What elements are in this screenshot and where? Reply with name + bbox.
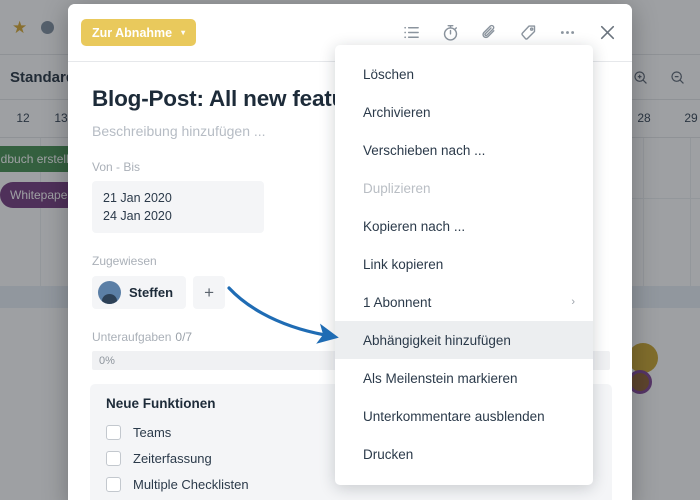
chevron-down-icon: ▾ — [181, 28, 186, 37]
menu-item-label: Kopieren nach ... — [363, 218, 466, 234]
checkbox-icon[interactable] — [106, 450, 121, 466]
date-range-field[interactable]: 21 Jan 2020 24 Jan 2020 — [92, 181, 264, 234]
menu-item-label: Verschieben nach ... — [363, 142, 486, 158]
menu-item-mark-milestone[interactable]: Als Meilenstein markieren — [335, 359, 593, 397]
attachment-icon[interactable] — [480, 23, 499, 42]
add-assignee-button[interactable]: + — [193, 276, 226, 310]
menu-item-add-dependency[interactable]: Abhängigkeit hinzufügen — [335, 321, 593, 359]
subtasks-title: Unteraufgaben — [92, 330, 172, 345]
menu-item-hide-subcomments[interactable]: Unterkommentare ausblenden — [335, 397, 593, 435]
menu-item-label: 1 Abonnent — [363, 294, 432, 310]
assignee-chip[interactable]: Steffen — [92, 276, 187, 310]
menu-item-subscribers[interactable]: 1 Abonnent › — [335, 283, 593, 321]
checkbox-icon[interactable] — [106, 424, 121, 440]
menu-item-label: Archivieren — [363, 104, 431, 120]
screenshot-root: ★ Standard 12 13 28 29 ndbuch erstellen … — [0, 0, 700, 500]
chevron-right-icon: › — [571, 296, 575, 308]
checklist-item-label: Teams — [133, 424, 172, 440]
checklist-item-label: Multiple Checklisten — [133, 476, 249, 492]
subtasks-count: 0/7 — [175, 330, 193, 345]
menu-item-print[interactable]: Drucken — [335, 435, 593, 473]
checklist-item-label: Zeiterfassung — [133, 450, 212, 466]
menu-item-label: Duplizieren — [363, 180, 431, 196]
modal-header-icons — [402, 22, 618, 43]
checkbox-icon[interactable] — [106, 476, 121, 492]
progress-percent-label: 0% — [99, 354, 115, 367]
avatar — [98, 281, 121, 305]
menu-item-copy-link[interactable]: Link kopieren — [335, 245, 593, 283]
menu-item-label: Abhängigkeit hinzufügen — [363, 332, 511, 348]
close-icon[interactable] — [597, 22, 618, 43]
context-menu: Löschen Archivieren Verschieben nach ...… — [335, 45, 593, 485]
assignee-name: Steffen — [129, 285, 174, 301]
menu-item-label: Löschen — [363, 66, 415, 82]
menu-item-delete[interactable]: Löschen — [335, 55, 593, 93]
tag-icon[interactable] — [519, 23, 538, 42]
menu-item-label: Unterkommentare ausblenden — [363, 408, 545, 424]
status-button[interactable]: Zur Abnahme ▾ — [81, 19, 197, 46]
timer-icon[interactable] — [441, 23, 460, 42]
menu-item-move-to[interactable]: Verschieben nach ... — [335, 131, 593, 169]
checklist-icon[interactable] — [402, 23, 421, 42]
end-date: 24 Jan 2020 — [103, 209, 172, 224]
menu-item-label: Link kopieren — [363, 256, 444, 272]
menu-item-copy-to[interactable]: Kopieren nach ... — [335, 207, 593, 245]
menu-item-label: Drucken — [363, 446, 414, 462]
more-options-icon[interactable] — [558, 23, 577, 42]
menu-item-archive[interactable]: Archivieren — [335, 93, 593, 131]
start-date: 21 Jan 2020 — [103, 191, 172, 205]
status-label: Zur Abnahme — [92, 25, 173, 40]
menu-item-label: Als Meilenstein markieren — [363, 370, 518, 386]
menu-item-duplicate: Duplizieren — [335, 169, 593, 207]
